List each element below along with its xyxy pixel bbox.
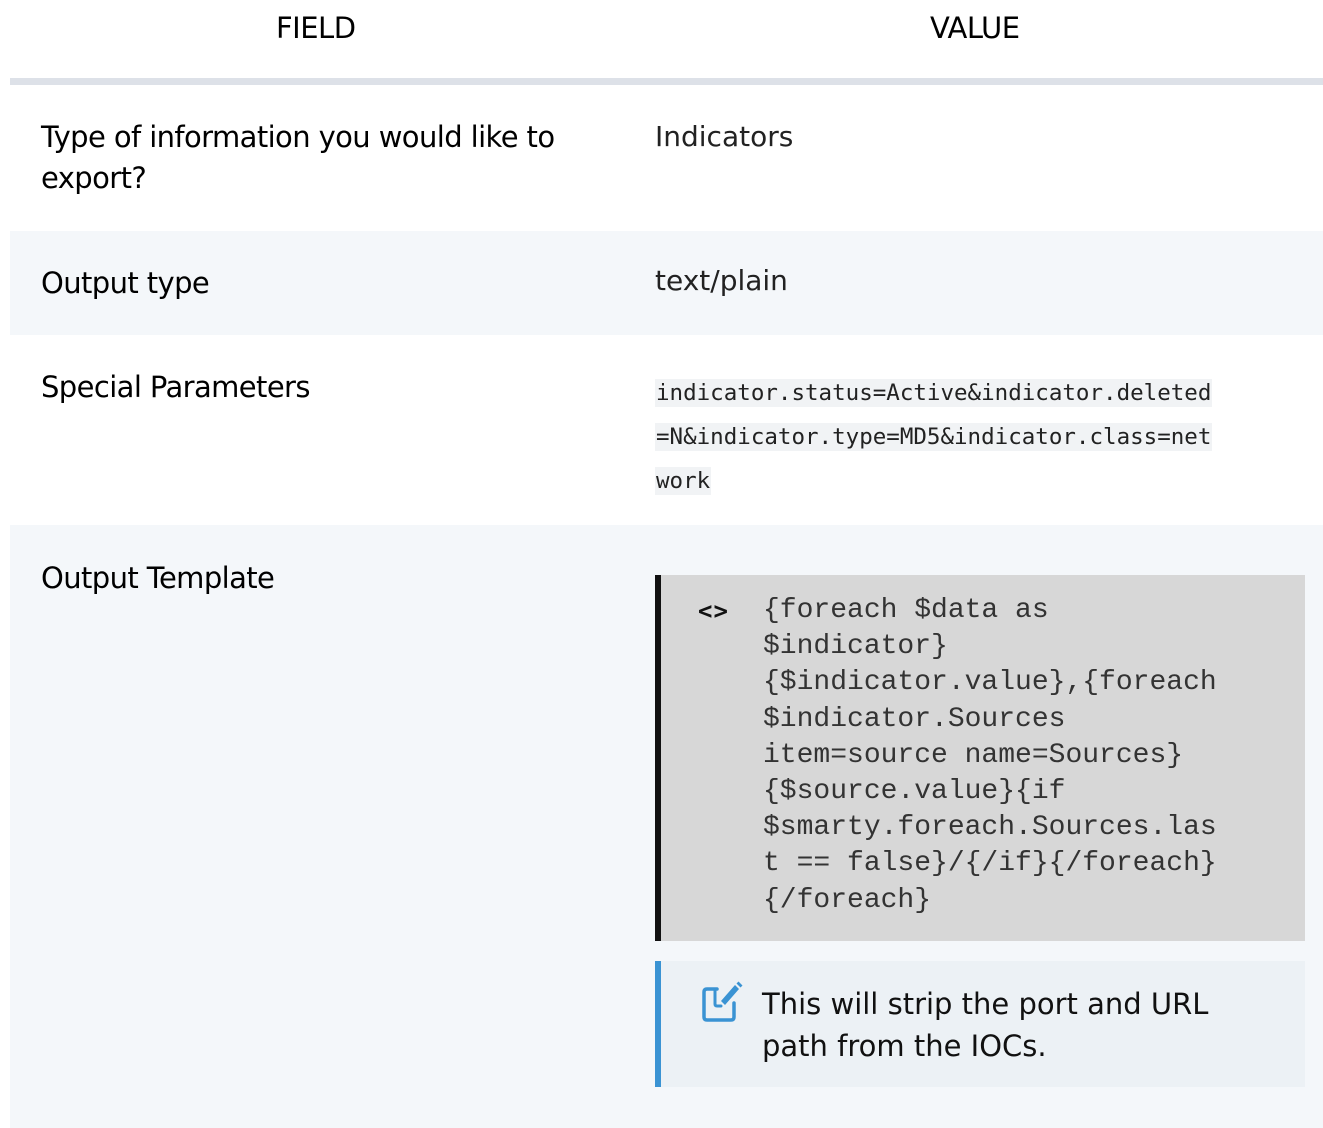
note-callout: This will strip the port and URL path fr…: [655, 961, 1305, 1087]
field-column-header: FIELD: [276, 11, 356, 45]
output-template-code: {foreach $data as $indicator} {$indicato…: [763, 595, 1217, 916]
table-header: FIELD VALUE: [10, 0, 1323, 85]
parameter-line: =N&indicator.type=MD5&indicator.class=ne…: [655, 415, 1295, 459]
note-text: This will strip the port and URL path fr…: [762, 987, 1209, 1063]
table-row: Type of information you would like to ex…: [10, 85, 1323, 231]
special-parameters-value: indicator.status=Active&indicator.delete…: [655, 371, 1295, 503]
value-column-header: VALUE: [930, 11, 1020, 45]
output-template-code-block: <> {foreach $data as $indicator} {$indic…: [655, 575, 1305, 941]
export-settings-table: FIELD VALUE Type of information you woul…: [10, 0, 1323, 1128]
inline-code: =N&indicator.type=MD5&indicator.class=ne…: [655, 423, 1213, 451]
field-value: Indicators: [655, 120, 794, 153]
table-row: Special Parameters indicator.status=Acti…: [10, 335, 1323, 525]
field-label: Type of information you would like to ex…: [41, 120, 555, 195]
inline-code: indicator.status=Active&indicator.delete…: [655, 379, 1213, 407]
code-brackets-icon: <>: [698, 597, 729, 625]
field-label: Output Template: [41, 561, 275, 595]
field-value: text/plain: [655, 264, 788, 297]
inline-code: work: [655, 467, 712, 495]
note-pencil-icon: [702, 981, 743, 1022]
table-row: Output Template <> {foreach $data as $in…: [10, 525, 1323, 1128]
parameter-line: work: [655, 459, 1295, 503]
field-label: Output type: [41, 266, 210, 300]
parameter-line: indicator.status=Active&indicator.delete…: [655, 371, 1295, 415]
field-label: Special Parameters: [41, 370, 311, 404]
table-row: Output type text/plain: [10, 231, 1323, 335]
